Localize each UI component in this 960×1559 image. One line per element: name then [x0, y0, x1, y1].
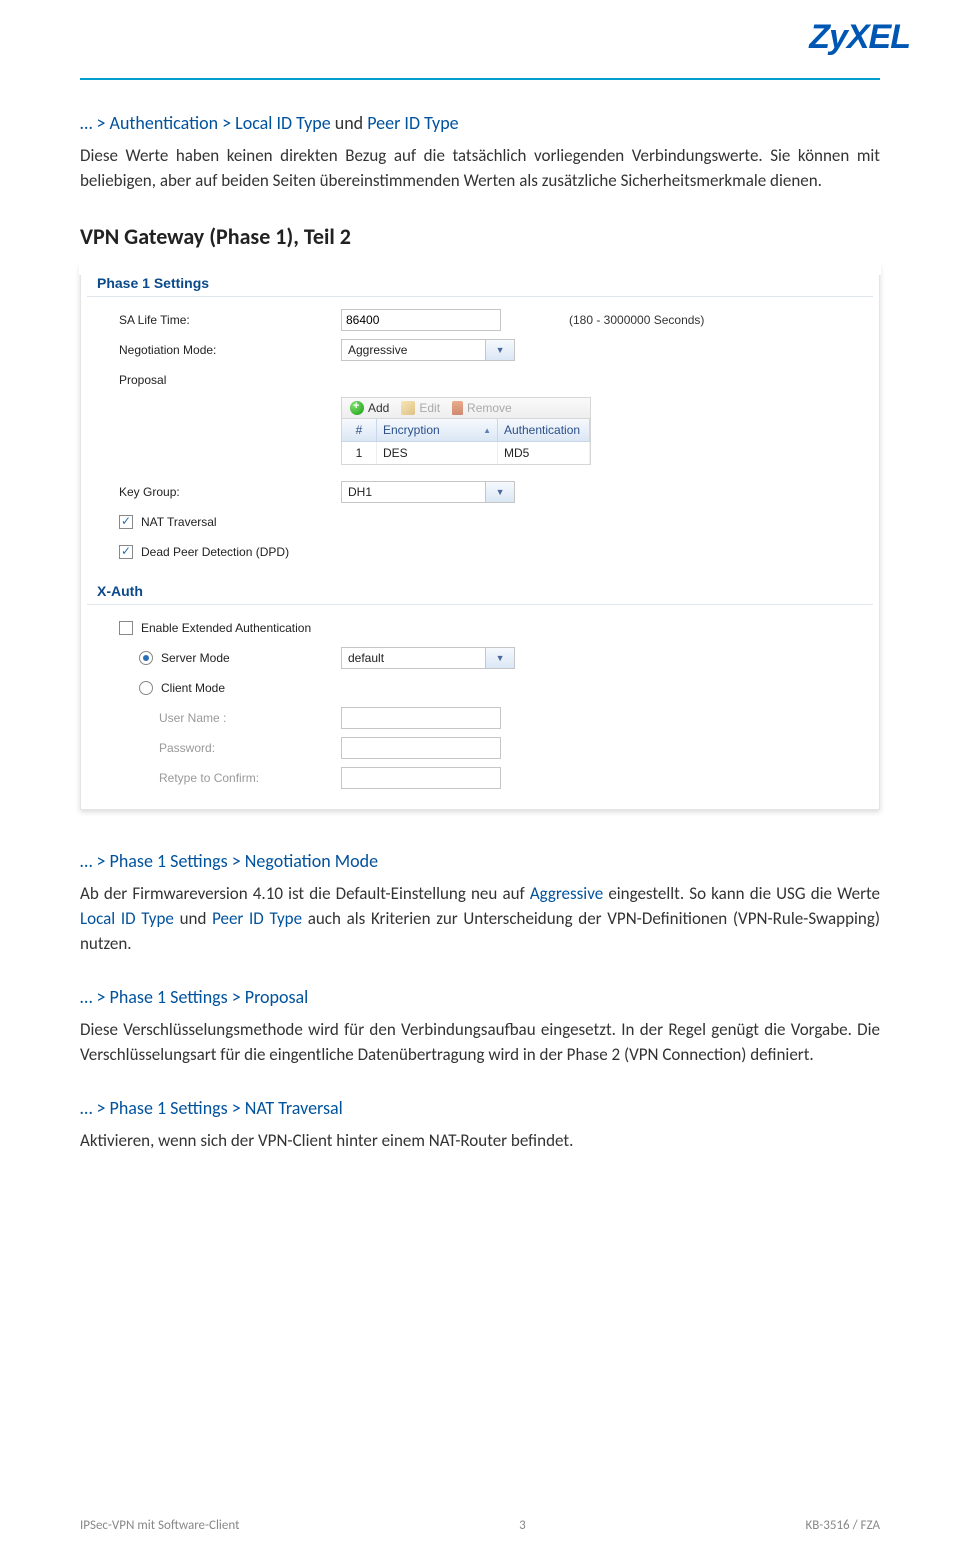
chevron-down-icon: ▼ [485, 340, 514, 360]
sa-life-input[interactable] [341, 309, 501, 331]
edit-button[interactable]: Edit [401, 401, 440, 415]
chevron-down-icon: ▼ [485, 648, 514, 668]
remove-icon [452, 401, 463, 415]
keygroup-label: Key Group: [81, 485, 341, 499]
chevron-down-icon: ▼ [485, 482, 514, 502]
edit-icon [401, 401, 415, 415]
proposal-grid: # Encryption ▲ Authentication 1 DES MD5 [341, 418, 591, 465]
p2-aggressive: Aggressive [530, 883, 603, 904]
dpd-checkbox[interactable] [119, 545, 133, 559]
paragraph-auth: Diese Werte haben keinen direkten Bezug … [80, 144, 880, 193]
p2-a: Ab der Firmwareversion 4.10 ist die Defa… [80, 883, 530, 904]
breadcrumb-auth: … > Authentication > Local ID Type und P… [80, 112, 880, 134]
breadcrumb-nat: … > Phase 1 Settings > NAT Traversal [80, 1097, 880, 1119]
cell-num: 1 [342, 442, 377, 464]
username-input[interactable] [341, 707, 501, 729]
footer-page-number: 3 [519, 1518, 526, 1533]
sort-asc-icon: ▲ [483, 426, 491, 435]
sa-life-hint: (180 - 3000000 Seconds) [569, 313, 704, 327]
breadcrumb-text: … > Authentication > Local ID Type [80, 112, 331, 134]
footer-left: IPSec-VPN mit Software-Client [80, 1518, 239, 1533]
server-mode-value: default [342, 651, 485, 665]
retype-label: Retype to Confirm: [81, 771, 341, 785]
paragraph-negmode: Ab der Firmwareversion 4.10 ist die Defa… [80, 882, 880, 956]
negotiation-value: Aggressive [342, 343, 485, 357]
password-input[interactable] [341, 737, 501, 759]
dpd-label: Dead Peer Detection (DPD) [141, 545, 289, 559]
add-icon [350, 401, 364, 415]
client-mode-radio[interactable] [139, 681, 153, 695]
server-mode-label: Server Mode [161, 651, 230, 665]
col-encryption-label: Encryption [383, 423, 440, 437]
negotiation-label: Negotiation Mode: [81, 343, 341, 357]
header-divider [80, 78, 880, 80]
remove-button[interactable]: Remove [452, 401, 512, 415]
edit-label: Edit [419, 401, 440, 415]
server-mode-combo[interactable]: default ▼ [341, 647, 515, 669]
proposal-label: Proposal [81, 373, 341, 387]
page-footer: IPSec-VPN mit Software-Client 3 KB-3516 … [80, 1518, 880, 1533]
cell-enc: DES [377, 442, 498, 464]
cell-auth: MD5 [498, 442, 590, 464]
breadcrumb-text-b: Peer ID Type [367, 112, 458, 134]
remove-label: Remove [467, 401, 512, 415]
negotiation-combo[interactable]: Aggressive ▼ [341, 339, 515, 361]
client-mode-label: Client Mode [161, 681, 225, 695]
footer-right: KB-3516 / FZA [805, 1518, 880, 1533]
breadcrumb-proposal: … > Phase 1 Settings > Proposal [80, 986, 880, 1008]
p2-c: und [174, 908, 212, 929]
p2-b: eingestellt. So kann die USG die Werte [603, 883, 880, 904]
add-label: Add [368, 401, 389, 415]
col-encryption[interactable]: Encryption ▲ [377, 419, 498, 441]
password-label: Password: [81, 741, 341, 755]
grid-header: # Encryption ▲ Authentication [342, 419, 590, 442]
enable-ext-auth-checkbox[interactable] [119, 621, 133, 635]
add-button[interactable]: Add [350, 401, 389, 415]
proposal-toolbar: Add Edit Remove [341, 397, 591, 418]
paragraph-nat: Aktivieren, wenn sich der VPN-Client hin… [80, 1129, 880, 1154]
p2-peer: Peer ID Type [212, 908, 302, 929]
table-row[interactable]: 1 DES MD5 [342, 442, 590, 464]
retype-input[interactable] [341, 767, 501, 789]
para4: Aktivieren, wenn sich der VPN-Client hin… [80, 1129, 880, 1154]
panel-header-xauth: X-Auth [87, 573, 873, 605]
paragraph-proposal: Diese Verschlüsselungsmethode wird für d… [80, 1018, 880, 1067]
sa-life-label: SA Life Time: [81, 313, 341, 327]
nat-traversal-checkbox[interactable] [119, 515, 133, 529]
nat-traversal-label: NAT Traversal [141, 515, 217, 529]
para3: Diese Verschlüsselungsmethode wird für d… [80, 1018, 880, 1067]
breadcrumb-negmode: … > Phase 1 Settings > Negotiation Mode [80, 850, 880, 872]
breadcrumb-sep: und [331, 112, 368, 134]
p2-local: Local ID Type [80, 908, 174, 929]
para1: Diese Werte haben keinen direkten Bezug … [80, 144, 880, 193]
col-number[interactable]: # [342, 419, 377, 441]
torn-edge [79, 261, 881, 275]
username-label: User Name : [81, 711, 341, 725]
brand-logo: ZyXEL [809, 18, 910, 57]
col-authentication[interactable]: Authentication [498, 419, 590, 441]
enable-ext-auth-label: Enable Extended Authentication [141, 621, 311, 635]
settings-screenshot: Phase 1 Settings SA Life Time: (180 - 30… [80, 264, 880, 810]
server-mode-radio[interactable] [139, 651, 153, 665]
keygroup-combo[interactable]: DH1 ▼ [341, 481, 515, 503]
section-heading: VPN Gateway (Phase 1), Teil 2 [80, 223, 880, 250]
keygroup-value: DH1 [342, 485, 485, 499]
